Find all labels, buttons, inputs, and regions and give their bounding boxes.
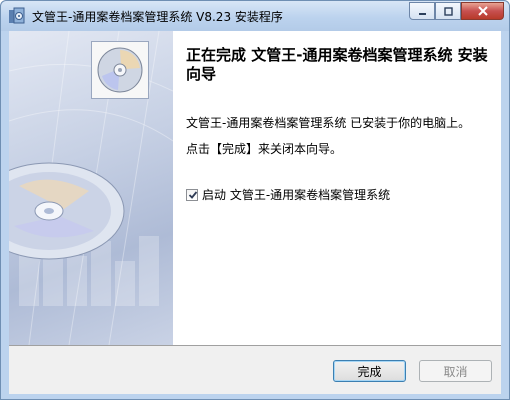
launch-app-checkbox[interactable]: 启动 文管王-通用案卷档案管理系统 — [186, 186, 390, 203]
installer-app-icon — [9, 7, 25, 24]
close-instruction: 点击【完成】来关闭本向导。 — [186, 142, 343, 156]
finish-button[interactable]: 完成 — [333, 360, 406, 382]
wizard-content: 正在完成 文管王-通用案卷档案管理系统 安装向导 文管王-通用案卷档案管理系统 … — [91, 31, 501, 345]
window-title: 文管王-通用案卷档案管理系统 V8.23 安装程序 — [32, 10, 283, 24]
installer-window: 文管王-通用案卷档案管理系统 V8.23 安装程序 正在完成 文管王-通用案卷档… — [0, 0, 510, 400]
close-icon — [477, 6, 488, 16]
wizard-footer: 完成 取消 — [9, 345, 501, 394]
wizard-heading: 正在完成 文管王-通用案卷档案管理系统 安装向导 — [186, 46, 488, 83]
maximize-button[interactable] — [435, 2, 461, 20]
caption-buttons — [409, 2, 504, 22]
close-button[interactable] — [461, 2, 504, 20]
minimize-icon — [418, 12, 426, 15]
checkbox-box[interactable] — [186, 188, 198, 201]
wizard-client-area: 正在完成 文管王-通用案卷档案管理系统 安装向导 文管王-通用案卷档案管理系统 … — [9, 31, 501, 394]
cancel-button[interactable]: 取消 — [419, 360, 492, 382]
maximize-icon — [443, 6, 453, 16]
cd-icon — [91, 41, 149, 99]
installed-message: 文管王-通用案卷档案管理系统 已安装于你的电脑上。 — [186, 116, 471, 130]
minimize-button[interactable] — [409, 2, 435, 20]
title-bar[interactable]: 文管王-通用案卷档案管理系统 V8.23 安装程序 — [1, 1, 509, 31]
checkmark-icon — [188, 190, 198, 199]
launch-app-label: 启动 文管王-通用案卷档案管理系统 — [202, 188, 391, 202]
